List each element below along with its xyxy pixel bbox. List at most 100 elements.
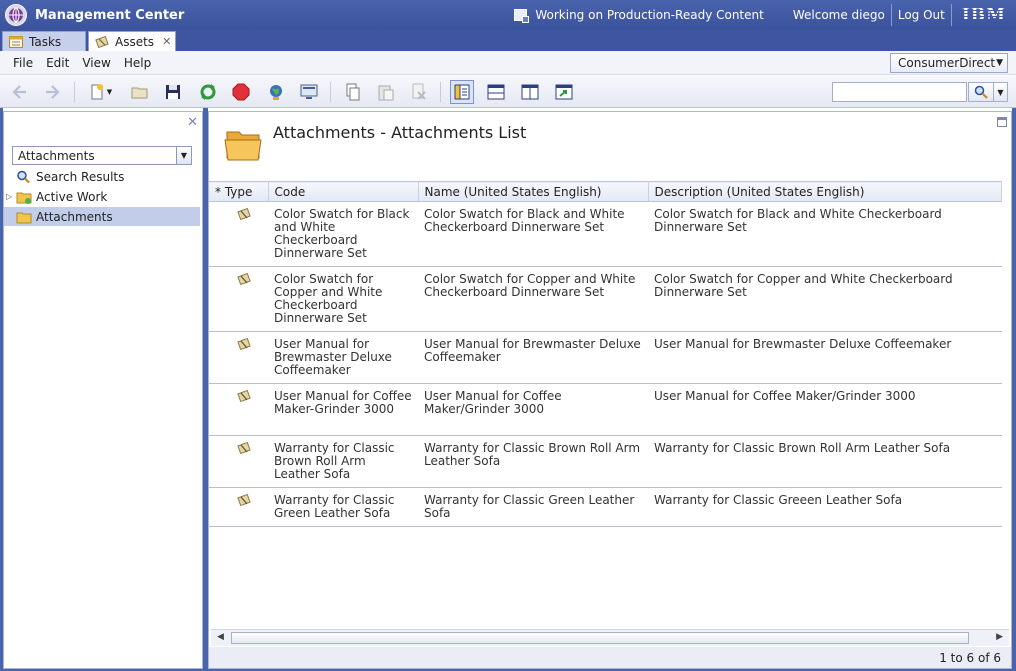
close-explorer-icon[interactable]: ✕ [187,115,198,130]
description-cell: User Manual for Brewmaster Deluxe Coffee… [648,331,1002,384]
code-cell: User Manual for Coffee Maker-Grinder 300… [268,383,418,436]
tree-item-attachments[interactable]: Attachments [4,207,200,226]
tree-item-search-results[interactable]: Search Results [4,167,200,186]
menu-edit[interactable]: Edit [46,56,69,70]
vertical-split-icon [521,84,539,100]
stop-icon [232,83,250,101]
column-header-code[interactable]: Code [268,181,419,202]
tree-item-active-work[interactable]: ▷ Active Work [4,187,200,206]
store-select[interactable]: ConsumerDirect ▼ [890,53,1008,73]
store-select-value: ConsumerDirect [898,56,996,70]
table-row[interactable]: User Manual for Coffee Maker-Grinder 300… [209,383,1002,436]
back-button[interactable] [8,80,32,104]
attachment-icon [236,272,252,287]
type-cell [209,435,268,488]
frame-edge-right [1012,108,1016,671]
search-button[interactable] [968,82,994,102]
list-view-button[interactable] [450,80,474,104]
tree-item-label: Attachments [36,209,113,224]
globe-button[interactable] [264,80,288,104]
maximize-icon[interactable] [997,117,1007,127]
refresh-button[interactable] [196,80,220,104]
menu-help[interactable]: Help [124,56,151,70]
code-cell: User Manual for Brewmaster Deluxe Coffee… [268,331,418,384]
table-row[interactable]: User Manual for Brewmaster Deluxe Coffee… [209,331,1002,384]
name-cell: Warranty for Classic Green Leather Sofa [418,487,648,527]
refresh-icon [200,84,216,100]
scroll-right-icon[interactable]: ▶ [996,632,1003,642]
welcome-text: Welcome diego [792,8,885,22]
description-cell: Warranty for Classic Greeen Leather Sofa [648,487,1002,527]
list-view-icon [454,84,470,100]
assets-icon [95,35,109,48]
toolbar-separator [330,82,331,102]
horizontal-scrollbar[interactable]: ◀ ▶ [211,629,1009,646]
menu-file[interactable]: File [13,56,33,70]
pagination-text: 1 to 6 of 6 [939,651,1001,665]
stop-button[interactable] [229,80,253,104]
explorer-filter-select[interactable]: Attachments ▼ [12,146,192,165]
table-row[interactable]: Color Swatch for Black and White Checker… [209,201,1002,267]
globe-icon [270,85,282,100]
ibm-logo: IBM [961,5,1006,25]
tab-tasks[interactable]: Tasks [2,31,86,51]
table-row[interactable]: Warranty for Classic Brown Roll Arm Leat… [209,435,1002,488]
scroll-left-icon[interactable]: ◀ [217,632,224,642]
name-cell: Color Swatch for Copper and White Checke… [418,266,648,332]
export-button[interactable] [552,80,576,104]
new-button[interactable]: ▼ [84,80,116,104]
description-cell: Color Swatch for Copper and White Checke… [648,266,1002,332]
paste-icon [378,85,394,101]
table-row[interactable]: Warranty for Classic Green Leather Sofa … [209,487,1002,527]
search-options-dropdown[interactable]: ▼ [994,82,1008,102]
tab-label: Assets [115,34,155,49]
column-header-description[interactable]: Description (United States English) [648,181,1002,202]
table-row[interactable]: Color Swatch for Copper and White Checke… [209,266,1002,332]
toolbar-separator [440,82,441,102]
vertical-split-button[interactable] [518,80,542,104]
page-title: Attachments - Attachments List [273,123,527,142]
tab-assets[interactable]: Assets ✕ [88,31,176,51]
preview-button[interactable] [297,80,321,104]
search-input[interactable] [832,82,967,102]
column-header-name[interactable]: Name (United States English) [418,181,649,202]
main-panel: Attachments - Attachments List * Type Co… [208,111,1012,669]
save-button[interactable] [161,80,185,104]
tree-item-label: Active Work [36,189,108,204]
tab-label: Tasks [29,34,62,49]
menu-view[interactable]: View [82,56,110,70]
code-cell: Warranty for Classic Green Leather Sofa [268,487,418,527]
close-tab-icon[interactable]: ✕ [162,35,171,48]
attachment-icon [236,389,252,404]
toolbar-separator [74,82,75,102]
workspace-status-icon [514,9,530,23]
horizontal-split-icon [487,84,505,100]
attachment-icon [236,493,252,508]
chevron-down-icon: ▼ [176,147,191,164]
globe-logo-icon [5,4,27,26]
logout-link[interactable]: Log Out [898,8,945,22]
tasks-icon [9,35,23,48]
paste-button[interactable] [374,80,398,104]
preview-icon [300,84,318,99]
copy-button[interactable] [341,80,365,104]
attachment-icon [236,337,252,352]
type-cell [209,201,268,267]
folder-icon [16,210,32,224]
scrollbar-thumb[interactable] [231,632,969,644]
code-cell: Color Swatch for Copper and White Checke… [268,266,418,332]
expand-arrow-icon[interactable]: ▷ [6,192,16,201]
horizontal-split-button[interactable] [484,80,508,104]
description-cell: User Manual for Coffee Maker/Grinder 300… [648,383,1002,436]
name-cell: Warranty for Classic Brown Roll Arm Leat… [418,435,648,488]
description-cell: Color Swatch for Black and White Checker… [648,201,1002,267]
open-button[interactable] [128,80,152,104]
name-cell: User Manual for Brewmaster Deluxe Coffee… [418,331,648,384]
forward-button[interactable] [40,80,64,104]
open-icon [131,87,148,99]
code-cell: Warranty for Classic Brown Roll Arm Leat… [268,435,418,488]
column-header-type[interactable]: * Type [209,181,269,202]
delete-button[interactable] [407,80,431,104]
title-bar: Management Center Working on Production-… [0,0,1016,30]
workspace-status-text: Working on Production-Ready Content [535,8,764,22]
